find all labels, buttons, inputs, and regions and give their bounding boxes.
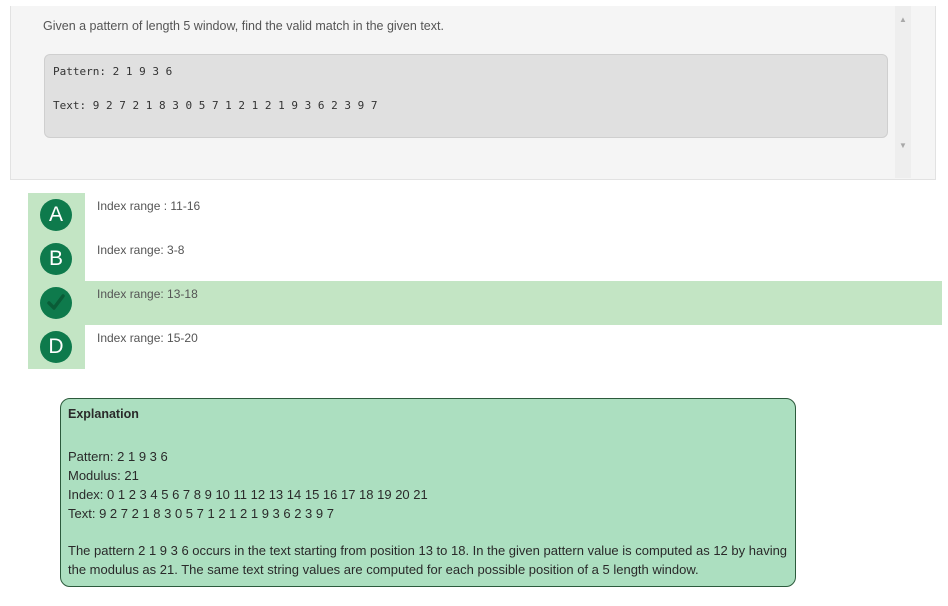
option-marker-strip: A xyxy=(28,193,85,237)
explanation-details: Pattern: 2 1 9 3 6 Modulus: 21 Index: 0 … xyxy=(68,447,428,523)
option-a-label: Index range : 11-16 xyxy=(97,199,201,213)
option-d[interactable]: D Index range: 15-20 xyxy=(28,325,942,369)
option-d-label: Index range: 15-20 xyxy=(97,331,198,345)
scrollbar[interactable]: ▲ ▼ xyxy=(895,6,911,178)
explanation-panel: Explanation Pattern: 2 1 9 3 6 Modulus: … xyxy=(60,398,796,587)
explanation-modulus: Modulus: 21 xyxy=(68,468,139,483)
explanation-index: Index: 0 1 2 3 4 5 6 7 8 9 10 11 12 13 1… xyxy=(68,487,428,502)
explanation-text: Text: 9 2 7 2 1 8 3 0 5 7 1 2 1 2 1 9 3 … xyxy=(68,506,334,521)
scroll-up-arrow-icon[interactable]: ▲ xyxy=(895,14,911,26)
check-icon[interactable] xyxy=(40,287,72,319)
explanation-pattern: Pattern: 2 1 9 3 6 xyxy=(68,449,168,464)
option-d-marker[interactable]: D xyxy=(40,331,72,363)
code-block: Pattern: 2 1 9 3 6 Text: 9 2 7 2 1 8 3 0… xyxy=(44,54,888,138)
question-panel: Given a pattern of length 5 window, find… xyxy=(10,6,936,180)
option-c-correct[interactable]: Index range: 13-18 xyxy=(28,281,942,325)
option-b-label: Index range: 3-8 xyxy=(97,243,185,257)
option-marker-strip: D xyxy=(28,325,85,369)
option-c-label: Index range: 13-18 xyxy=(97,287,198,301)
scroll-down-arrow-icon[interactable]: ▼ xyxy=(895,140,911,152)
option-marker-strip: B xyxy=(28,237,85,281)
option-marker-strip xyxy=(28,281,85,325)
option-a[interactable]: A Index range : 11-16 xyxy=(28,193,942,237)
option-b-marker[interactable]: B xyxy=(40,243,72,275)
option-a-marker[interactable]: A xyxy=(40,199,72,231)
explanation-paragraph: The pattern 2 1 9 3 6 occurs in the text… xyxy=(68,543,788,577)
code-line-text: Text: 9 2 7 2 1 8 3 0 5 7 1 2 1 2 1 9 3 … xyxy=(53,99,378,112)
code-line-pattern: Pattern: 2 1 9 3 6 xyxy=(53,65,173,78)
explanation-title: Explanation xyxy=(68,407,139,421)
answer-options: A Index range : 11-16 B Index range: 3-8… xyxy=(28,193,942,369)
question-text: Given a pattern of length 5 window, find… xyxy=(43,19,444,33)
option-b[interactable]: B Index range: 3-8 xyxy=(28,237,942,281)
